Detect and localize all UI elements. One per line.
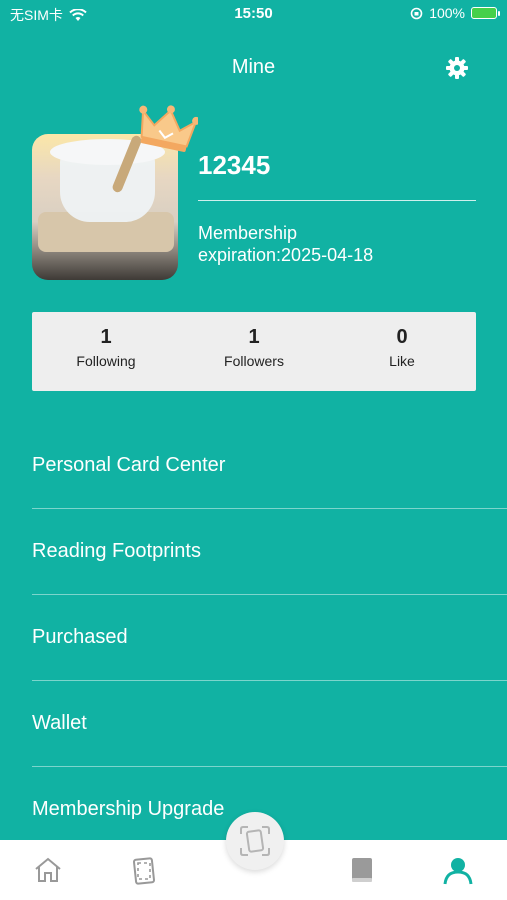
stat-like-value: 0 — [396, 326, 408, 348]
membership-date: expiration:2025-04-18 — [198, 245, 374, 265]
crown-icon — [139, 105, 198, 152]
stats-panel: 1 Following 1 Followers 0 Like — [32, 312, 476, 391]
menu-item-wallet[interactable]: Wallet — [32, 681, 507, 767]
menu-item-reading-footprints[interactable]: Reading Footprints — [32, 509, 507, 595]
status-bar: 无SIM卡 15:50 100% — [0, 0, 507, 28]
cards-icon[interactable] — [128, 854, 160, 886]
battery-percent: 100% — [429, 5, 465, 21]
home-icon[interactable] — [32, 854, 64, 886]
book-icon[interactable] — [346, 854, 378, 886]
membership-expiration: Membership expiration:2025-04-18 — [198, 222, 373, 266]
menu-item-personal-card-center[interactable]: Personal Card Center — [32, 423, 507, 509]
stat-followers-value: 1 — [248, 326, 260, 348]
membership-label: Membership — [198, 223, 298, 243]
stat-followers-label: Followers — [224, 353, 284, 369]
profile-icon[interactable] — [442, 854, 474, 886]
orientation-lock-icon — [410, 7, 423, 19]
stat-following[interactable]: 1 Following — [46, 326, 166, 369]
scan-button[interactable] — [226, 812, 284, 870]
status-right: 100% — [410, 5, 500, 21]
scan-icon — [240, 826, 270, 856]
avatar-container[interactable] — [32, 105, 198, 280]
stat-following-value: 1 — [100, 326, 112, 348]
stat-following-label: Following — [76, 353, 136, 369]
page-title: Mine — [231, 56, 276, 78]
menu-item-purchased[interactable]: Purchased — [32, 595, 507, 681]
profile-divider — [198, 200, 476, 201]
avatar[interactable] — [32, 134, 178, 280]
stat-like-label: Like — [389, 353, 415, 369]
stat-followers[interactable]: 1 Followers — [194, 326, 314, 369]
stat-like[interactable]: 0 Like — [342, 326, 462, 369]
battery-icon — [471, 7, 500, 19]
settings-gear-icon[interactable] — [445, 56, 469, 80]
username: 12345 — [198, 150, 271, 180]
menu-list: Personal Card Center Reading Footprints … — [32, 423, 507, 852]
